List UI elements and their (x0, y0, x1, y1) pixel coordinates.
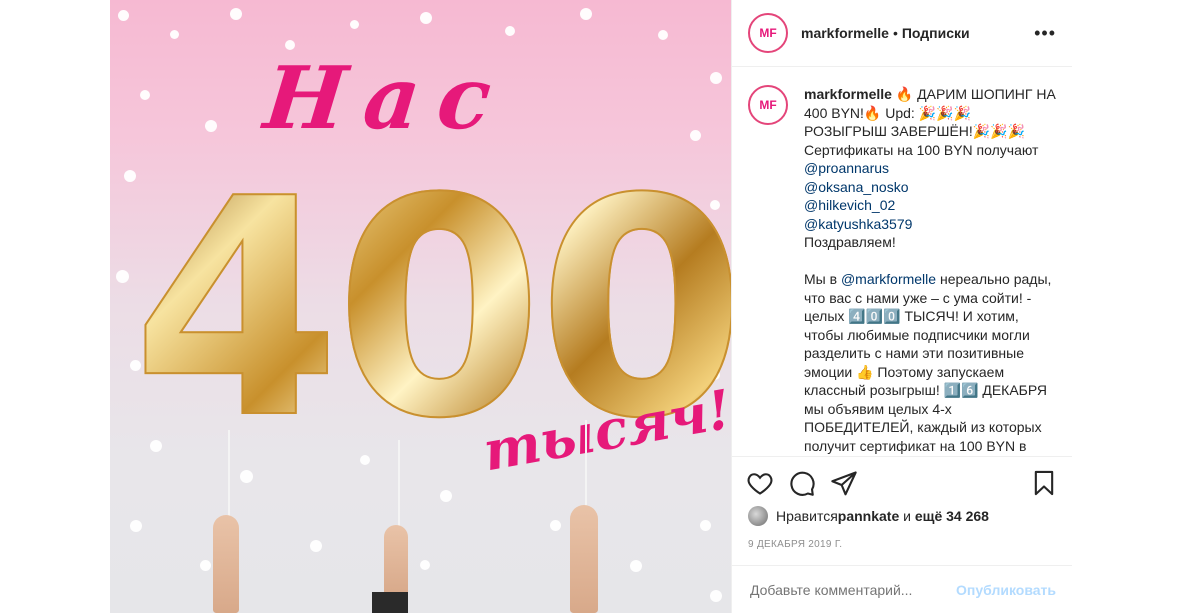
confetti-dot (710, 72, 722, 84)
following-button[interactable]: Подписки (902, 25, 970, 41)
mention-link[interactable]: @proannarus (804, 160, 889, 176)
confetti-dot (310, 540, 322, 552)
sleeve (372, 592, 408, 613)
confetti-dot (118, 10, 129, 21)
post-image[interactable]: Нас 400 тысяч! (110, 0, 731, 613)
add-comment-bar: Опубликовать (732, 565, 1072, 613)
more-icon[interactable]: ••• (1034, 23, 1056, 44)
confetti-dot (630, 560, 642, 572)
confetti-dot (420, 12, 432, 24)
confetti-dot (505, 26, 515, 36)
caption-text: markformelle 🔥 ДАРИМ ШОПИНГ НА 400 BYN!🔥… (804, 85, 1056, 455)
bookmark-icon[interactable] (1030, 469, 1058, 497)
avatar[interactable]: MF (748, 85, 788, 125)
username-link[interactable]: markformelle (801, 25, 889, 41)
confetti-dot (550, 520, 561, 531)
confetti-dot (116, 270, 129, 283)
balloon-string (585, 420, 587, 510)
comments-area[interactable]: MF markformelle 🔥 ДАРИМ ШОПИНГ НА 400 BY… (732, 67, 1072, 455)
confetti-dot (200, 560, 211, 571)
confetti-dot (420, 560, 430, 570)
confetti-dot (440, 490, 452, 502)
liker-avatar[interactable] (748, 506, 768, 526)
liker-username[interactable]: pannkate (838, 508, 899, 524)
heart-icon[interactable] (746, 469, 774, 497)
mention-link[interactable]: @hilkevich_02 (804, 197, 895, 213)
confetti-dot (130, 520, 142, 532)
likes-row: Нравится pannkate и ещё 34 268 (748, 506, 1056, 526)
action-bar (732, 456, 1072, 508)
mention-link[interactable]: @oksana_nosko (804, 179, 909, 195)
confetti-dot (170, 30, 179, 39)
publish-button[interactable]: Опубликовать (956, 582, 1056, 598)
likes-prefix: Нравится (776, 508, 838, 524)
caption-body-prefix: Мы в (804, 271, 841, 287)
confetti-dot (140, 90, 150, 100)
comment-input[interactable] (748, 580, 957, 599)
image-headline: Нас (259, 48, 514, 149)
mention-link[interactable]: @katyushka3579 (804, 216, 912, 232)
caption-username[interactable]: markformelle (804, 86, 892, 102)
likes-and: и (899, 508, 915, 524)
brand-logo: MF (754, 26, 782, 40)
confetti-dot (230, 8, 242, 20)
hand (213, 515, 239, 613)
caption-congrats: Поздравляем! (804, 234, 896, 250)
brand-logo: MF (754, 98, 782, 112)
caption-line2: Сертификаты на 100 BYN получают (804, 141, 1039, 158)
confetti-dot (205, 120, 217, 132)
post-sidebar: MF markformelle • Подписки ••• MF markfo… (731, 0, 1072, 613)
hand (384, 525, 408, 595)
balloon-string (398, 440, 400, 530)
confetti-dot (658, 30, 668, 40)
hand (570, 505, 598, 613)
confetti-dot (580, 8, 592, 20)
avatar[interactable]: MF (748, 13, 788, 53)
caption: MF markformelle 🔥 ДАРИМ ШОПИНГ НА 400 BY… (748, 85, 1056, 455)
post-header: MF markformelle • Подписки ••• (732, 0, 1072, 67)
caption-body: нереально рады, что вас с нами уже – с у… (804, 271, 1056, 454)
confetti-dot (350, 20, 359, 29)
separator-dot: • (892, 25, 898, 41)
comment-icon[interactable] (788, 469, 816, 497)
post-date[interactable]: 9 ДЕКАБРЯ 2019 Г. (748, 539, 842, 550)
likes-count[interactable]: ещё 34 268 (915, 508, 989, 524)
balloon-string (228, 430, 230, 520)
confetti-dot (710, 590, 722, 602)
mention-link[interactable]: @markformelle (841, 271, 936, 287)
share-icon[interactable] (830, 469, 858, 497)
instagram-post: Нас 400 тысяч! MF markformelle • Подписк… (110, 0, 1072, 613)
confetti-dot (700, 520, 711, 531)
